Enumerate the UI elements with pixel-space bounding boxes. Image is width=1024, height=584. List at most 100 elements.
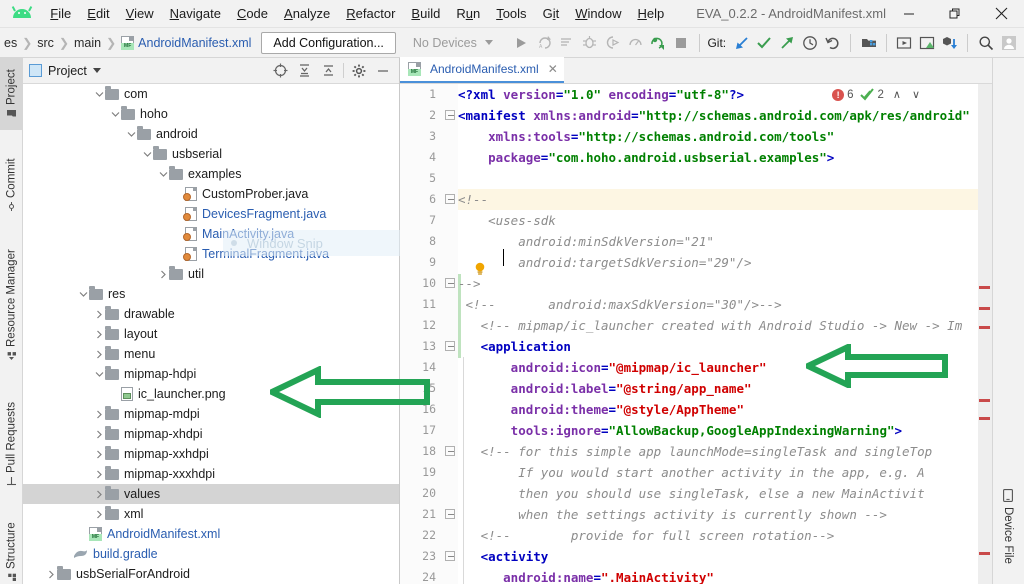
tree-expander-collapsed[interactable] [93,350,105,359]
menu-item-build[interactable]: Build [403,3,448,24]
scroll-from-source-icon[interactable] [268,59,292,83]
breadcrumb-item-2[interactable]: main [74,36,101,50]
git-revert-icon[interactable] [822,30,845,56]
fold-toggle-icon[interactable] [445,551,455,561]
previous-problem-icon[interactable]: ∧ [893,88,901,101]
tree-row[interactable]: usbSerialForAndroid [23,564,399,584]
git-update-icon[interactable] [730,30,753,56]
close-icon[interactable]: ✕ [548,62,558,76]
fold-toggle-icon[interactable] [445,194,455,204]
tree-expander-collapsed[interactable] [93,430,105,439]
intention-bulb-icon[interactable] [474,262,486,276]
run-button[interactable] [510,30,533,56]
tree-expander-expanded[interactable] [125,131,137,138]
sidebar-item-resource-manager[interactable]: Resource Manager [0,240,23,370]
menu-item-code[interactable]: Code [229,3,276,24]
project-file-tree[interactable]: com hoho android usbserial examples CustomPro… [23,84,399,584]
git-push-icon[interactable] [776,30,799,56]
code-line[interactable]: android:label="@string/app_name" [458,378,992,399]
code-line[interactable] [458,168,992,189]
code-line[interactable]: <manifest xmlns:android="http://schemas.… [458,105,992,126]
editor-marker-scrollbar[interactable] [978,84,992,584]
code-line[interactable]: android:theme="@style/AppTheme" [458,399,992,420]
fold-end-icon[interactable] [445,509,455,519]
tree-row[interactable]: mipmap-xhdpi [23,424,399,444]
code-line[interactable]: <uses-sdk [458,210,992,231]
tree-expander-expanded[interactable] [93,371,105,378]
tree-row[interactable]: build.gradle [23,544,399,564]
hide-panel-icon[interactable] [371,59,395,83]
code-line[interactable]: package="com.hoho.android.usbserial.exam… [458,147,992,168]
tree-row[interactable]: drawable [23,304,399,324]
add-configuration-button[interactable]: Add Configuration... [261,31,396,54]
sidebar-item-pull-requests[interactable]: Pull Requests [0,388,23,500]
sync-gradle-icon[interactable] [647,30,670,56]
error-stripe-mark[interactable] [979,286,990,289]
tree-row[interactable]: values [23,484,399,504]
breadcrumb[interactable]: es ❯ src ❯ main ❯ MF AndroidManifest.xml [0,35,251,50]
tree-row[interactable]: mipmap-hdpi [23,364,399,384]
error-stripe-mark[interactable] [979,326,990,329]
code-line[interactable]: <!-- [458,189,992,210]
tree-row[interactable]: usbserial [23,144,399,164]
git-history-icon[interactable] [799,30,822,56]
restore-button[interactable] [932,0,978,28]
menu-item-help[interactable]: Help [629,3,672,24]
tree-row[interactable]: mipmap-xxxhdpi [23,464,399,484]
tree-expander-expanded[interactable] [93,91,105,98]
tree-row[interactable]: mipmap-xxhdpi [23,444,399,464]
menu-item-edit[interactable]: Edit [79,3,117,24]
tree-row[interactable]: hoho [23,104,399,124]
tree-row[interactable]: DevicesFragment.java [23,204,399,224]
breadcrumb-item-1[interactable]: src [37,36,54,50]
gear-icon[interactable] [347,59,371,83]
code-line[interactable]: android:targetSdkVersion="29"/> [458,252,992,273]
tree-expander-collapsed[interactable] [157,270,169,279]
error-stripe-mark[interactable] [979,307,990,310]
tree-expander-expanded[interactable] [157,171,169,178]
tree-row[interactable]: MF AndroidManifest.xml [23,524,399,544]
user-account-icon[interactable] [997,30,1020,56]
code-line[interactable]: <activity [458,546,992,567]
sidebar-item-structure[interactable]: Structure [0,510,23,584]
tree-row[interactable]: mipmap-mdpi [23,404,399,424]
code-line[interactable]: --> [458,273,992,294]
fold-toggle-icon[interactable] [445,446,455,456]
expand-all-icon[interactable] [292,59,316,83]
tree-row[interactable]: MainActivity.java [23,224,399,244]
attach-debugger-icon[interactable] [601,30,624,56]
breadcrumb-item-0[interactable]: es [4,36,17,50]
error-stripe-mark[interactable] [979,399,990,402]
tree-row[interactable]: xml [23,504,399,524]
tree-expander-expanded[interactable] [141,151,153,158]
code-line[interactable]: <application [458,336,992,357]
code-line[interactable]: If you would start another activity in t… [458,462,992,483]
code-line[interactable]: android:minSdkVersion="21" [458,231,992,252]
fold-toggle-icon[interactable] [445,278,455,288]
menu-item-tools[interactable]: Tools [488,3,534,24]
profiler-icon[interactable] [624,30,647,56]
tree-expander-collapsed[interactable] [93,490,105,499]
tree-expander-collapsed[interactable] [45,570,57,579]
code-line[interactable]: <!-- mipmap/ic_launcher created with And… [458,315,992,336]
tree-expander-collapsed[interactable] [93,410,105,419]
tree-row[interactable]: res [23,284,399,304]
menu-item-run[interactable]: Run [448,3,488,24]
collapse-all-icon[interactable] [316,59,340,83]
menu-item-window[interactable]: Window [567,3,629,24]
tree-expander-collapsed[interactable] [93,330,105,339]
code-lines[interactable]: <?xml version="1.0" encoding="utf-8"?> <m… [458,84,992,584]
code-line[interactable]: xmlns:tools="http://schemas.android.com/… [458,126,992,147]
sidebar-item-project[interactable]: Project [0,58,23,130]
tree-row[interactable]: examples [23,164,399,184]
tree-expander-collapsed[interactable] [93,450,105,459]
layout-inspector-icon[interactable] [916,30,939,56]
tree-row[interactable]: CustomProber.java [23,184,399,204]
close-button[interactable] [978,0,1024,28]
tree-row[interactable]: android [23,124,399,144]
tree-row[interactable]: util [23,264,399,284]
apply-changes-icon[interactable]: A [533,30,556,56]
code-line[interactable]: <!-- android:maxSdkVersion="30"/>--> [458,294,992,315]
menu-item-navigate[interactable]: Navigate [162,3,229,24]
code-line[interactable]: tools:ignore="AllowBackup,GoogleAppIndex… [458,420,992,441]
